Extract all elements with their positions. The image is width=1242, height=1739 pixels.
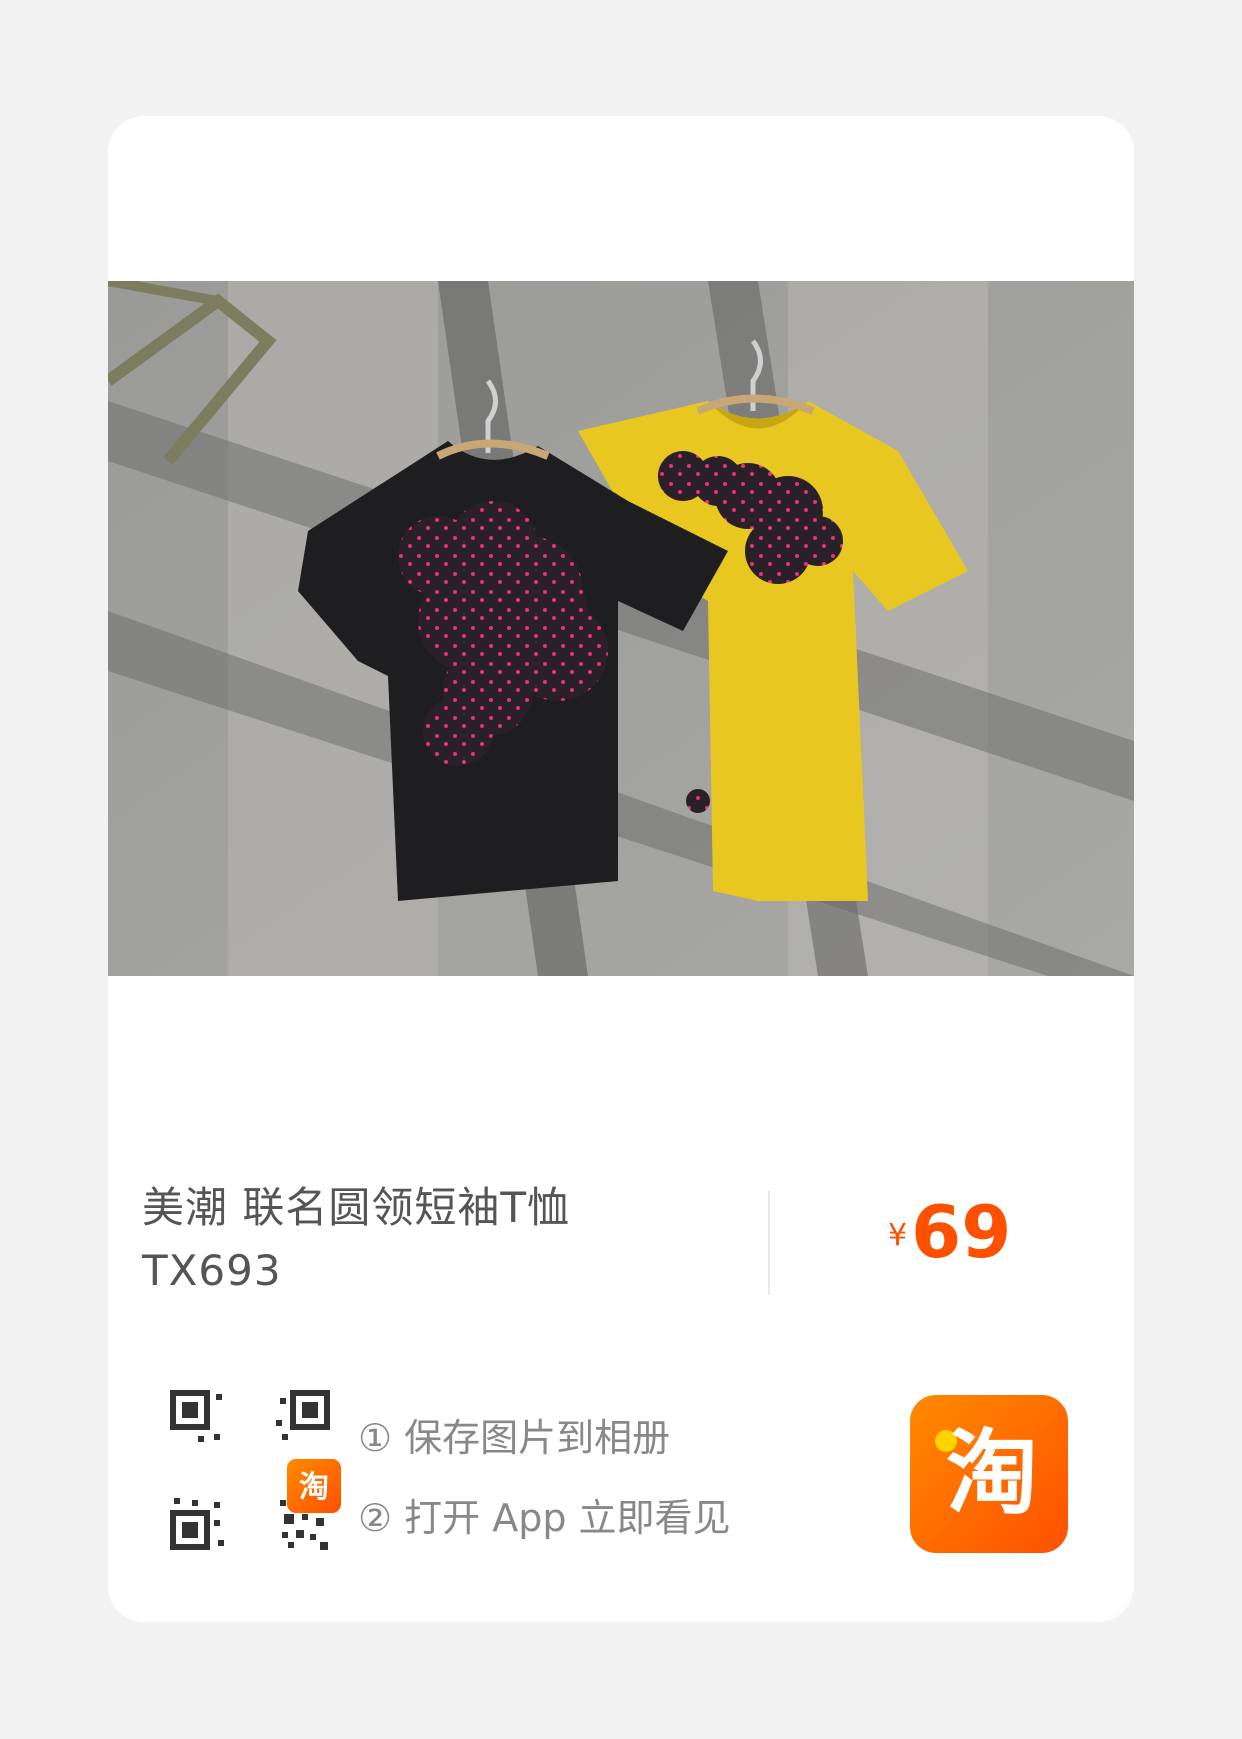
qr-code[interactable]: 淘 xyxy=(170,1390,341,1550)
step-save-image: ① 保存图片到相册 xyxy=(358,1416,671,1460)
step-open-app: ② 打开 App 立即看见 xyxy=(358,1496,731,1540)
taobao-logo-icon[interactable]: 淘 xyxy=(910,1395,1068,1553)
info-divider xyxy=(768,1191,770,1295)
price-value: 69 xyxy=(911,1190,1012,1274)
instructions: ① 保存图片到相册 ② 打开 App 立即看见 xyxy=(358,1398,731,1558)
product-info: 美潮 联名圆领短袖T恤 TX693 ¥69 xyxy=(108,1176,1134,1296)
product-photo[interactable] xyxy=(108,281,1134,976)
share-card: 美潮 联名圆领短袖T恤 TX693 ¥69 淘 ① 保存图片到相册 ② 打开 A… xyxy=(108,116,1134,1622)
product-price: ¥69 xyxy=(888,1192,1011,1272)
taobao-small-logo-icon: 淘 xyxy=(287,1459,341,1513)
svg-text:淘: 淘 xyxy=(299,1470,329,1505)
currency-symbol: ¥ xyxy=(888,1218,908,1253)
product-title[interactable]: 美潮 联名圆领短袖T恤 TX693 xyxy=(142,1176,662,1302)
svg-text:淘: 淘 xyxy=(946,1420,1038,1527)
